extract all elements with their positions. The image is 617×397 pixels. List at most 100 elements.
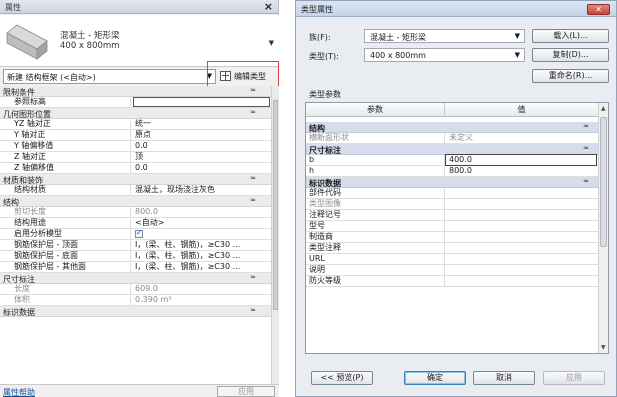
collapse-icon[interactable]: ≈	[250, 174, 256, 182]
collapse-icon[interactable]: ≈	[583, 122, 589, 130]
duplicate-button[interactable]: 复制(D)...	[532, 48, 609, 62]
parameter-value[interactable]	[449, 254, 597, 264]
property-value[interactable]: 0.0	[135, 141, 269, 151]
parameter-value[interactable]	[449, 276, 597, 286]
property-group-header[interactable]: 尺寸标注 ≈	[0, 273, 271, 284]
property-group-header[interactable]: 几何图形位置 ≈	[0, 108, 271, 119]
scrollbar-thumb[interactable]	[273, 100, 278, 310]
property-value[interactable]: 顶	[135, 152, 269, 162]
property-row[interactable]: 参照标高	[0, 97, 271, 108]
parameter-row[interactable]: 类型图像	[306, 199, 598, 210]
property-value[interactable]: I，(梁、柱、钢筋)，≥C30 ...	[135, 251, 269, 261]
property-row[interactable]: Z 轴对正顶	[0, 152, 271, 163]
scroll-up-icon[interactable]: ▲	[601, 105, 606, 112]
collapse-icon[interactable]: ≈	[250, 86, 256, 94]
property-value[interactable]: 统一	[135, 119, 269, 129]
property-value[interactable]: 0.0	[135, 163, 269, 173]
property-row[interactable]: Z 轴偏移值 0.0	[0, 163, 271, 174]
property-row[interactable]: Y 轴对正 原点	[0, 130, 271, 141]
parameter-group-header[interactable]: 标识数据 ≈	[306, 177, 598, 188]
family-dropdown[interactable]: 混凝土 - 矩形梁 ▼	[364, 29, 525, 43]
checkbox-checked-icon[interactable]	[135, 229, 143, 238]
property-row[interactable]: YZ 轴对正 统一	[0, 119, 271, 130]
parameter-value[interactable]	[449, 232, 597, 242]
property-group-header[interactable]: 标识数据 ≈	[0, 306, 271, 317]
property-value[interactable]: <自动>	[135, 218, 269, 228]
parameter-value[interactable]	[449, 221, 597, 231]
parameter-group-header[interactable]: 结构 ≈	[306, 122, 598, 133]
property-name: 结构用途	[0, 218, 131, 228]
parameter-row[interactable]: b 400.0	[306, 154, 598, 166]
rename-button[interactable]: 重命名(R)...	[532, 69, 609, 83]
property-value[interactable]: 609.0	[135, 284, 269, 294]
parameter-row[interactable]: 型号	[306, 221, 598, 232]
property-row[interactable]: 长度 609.0	[0, 284, 271, 295]
property-row[interactable]: 钢筋保护层 - 底面 I，(梁、柱、钢筋)，≥C30 ...	[0, 251, 271, 262]
edit-type-button[interactable]: 编辑类型	[219, 69, 277, 84]
parameter-name: 制造商	[306, 232, 445, 242]
property-value[interactable]: 0.390 m³	[135, 295, 269, 305]
close-icon[interactable]: ✕	[587, 4, 610, 15]
property-row[interactable]: 启用分析模型	[0, 229, 271, 240]
properties-scrollbar[interactable]	[271, 86, 279, 384]
property-value-input[interactable]	[133, 97, 270, 107]
parameter-row[interactable]: h 800.0	[306, 166, 598, 177]
parameter-row[interactable]: 注释记号	[306, 210, 598, 221]
property-group-header[interactable]: 材质和装饰 ≈	[0, 174, 271, 185]
collapse-icon[interactable]: ≈	[250, 306, 256, 314]
type-dropdown[interactable]: 400 x 800mm ▼	[364, 48, 525, 62]
property-value[interactable]: 800.0	[135, 207, 269, 217]
property-value[interactable]	[135, 229, 269, 239]
property-row[interactable]: 结构材质 混凝土，现场浇注灰色	[0, 185, 271, 196]
parameter-row[interactable]: URL	[306, 254, 598, 265]
load-button[interactable]: 载入(L)...	[532, 29, 609, 43]
cancel-button[interactable]: 取消	[473, 371, 535, 385]
parameter-row[interactable]: 横断面形状 未定义	[306, 133, 598, 144]
parameter-value[interactable]	[449, 210, 597, 220]
property-group-header[interactable]: 限制条件 ≈	[0, 86, 271, 97]
collapse-icon[interactable]: ≈	[583, 144, 589, 152]
parameter-value[interactable]	[449, 188, 597, 198]
collapse-icon[interactable]: ≈	[250, 273, 256, 281]
parameter-value[interactable]	[449, 265, 597, 275]
chevron-down-icon[interactable]: ▼	[269, 39, 274, 47]
parameter-value[interactable]	[449, 243, 597, 253]
property-value[interactable]: 原点	[135, 130, 269, 140]
parameter-row[interactable]: 部件代码	[306, 188, 598, 199]
property-row[interactable]: 剪切长度 800.0	[0, 207, 271, 218]
dialog-apply-button[interactable]: 应用	[543, 371, 605, 385]
instance-filter-dropdown[interactable]: 新建 结构框架 (<自动>) ▼	[3, 69, 216, 84]
chevron-down-icon: ▼	[514, 32, 520, 40]
collapse-icon[interactable]: ≈	[583, 177, 589, 185]
parameter-value[interactable]: 800.0	[449, 166, 597, 176]
parameter-row[interactable]: 制造商	[306, 232, 598, 243]
close-icon[interactable]: ×	[264, 0, 273, 13]
collapse-icon[interactable]: ≈	[250, 196, 256, 204]
parameter-name: URL	[306, 254, 445, 264]
collapse-icon[interactable]: ≈	[250, 108, 256, 116]
parameter-value-input[interactable]: 400.0	[445, 154, 597, 166]
ok-button[interactable]: 确定	[404, 371, 466, 385]
property-value[interactable]: I，(梁、柱、钢筋)，≥C30 ...	[135, 262, 269, 272]
apply-button[interactable]: 应用	[217, 386, 275, 397]
property-name: 钢筋保护层 - 其他面	[0, 262, 131, 272]
property-row[interactable]: Y 轴偏移值 0.0	[0, 141, 271, 152]
property-value[interactable]: 混凝土，现场浇注灰色	[135, 185, 269, 195]
type-selector[interactable]: 混凝土 - 矩形梁 400 x 800mm ▼	[0, 15, 279, 67]
parameter-row[interactable]: 类型注释	[306, 243, 598, 254]
property-row[interactable]: 钢筋保护层 - 顶面 I，(梁、柱、钢筋)，≥C30 ...	[0, 240, 271, 251]
parameter-value[interactable]	[449, 199, 597, 209]
property-group-header[interactable]: 结构 ≈	[0, 196, 271, 207]
table-scrollbar[interactable]: ▲ ▼	[598, 103, 608, 353]
property-row[interactable]: 结构用途 <自动>	[0, 218, 271, 229]
parameter-row[interactable]: 防火等级	[306, 276, 598, 287]
parameter-row[interactable]: 说明	[306, 265, 598, 276]
properties-help-link[interactable]: 属性帮助	[3, 387, 35, 397]
parameter-value[interactable]: 未定义	[449, 133, 597, 143]
scroll-down-icon[interactable]: ▼	[601, 344, 606, 351]
scrollbar-thumb[interactable]	[600, 117, 607, 247]
property-value[interactable]: I，(梁、柱、钢筋)，≥C30 ...	[135, 240, 269, 250]
preview-button[interactable]: << 预览(P)	[311, 371, 373, 385]
property-row[interactable]: 钢筋保护层 - 其他面 I，(梁、柱、钢筋)，≥C30 ...	[0, 262, 271, 273]
property-row[interactable]: 体积 0.390 m³	[0, 295, 271, 306]
